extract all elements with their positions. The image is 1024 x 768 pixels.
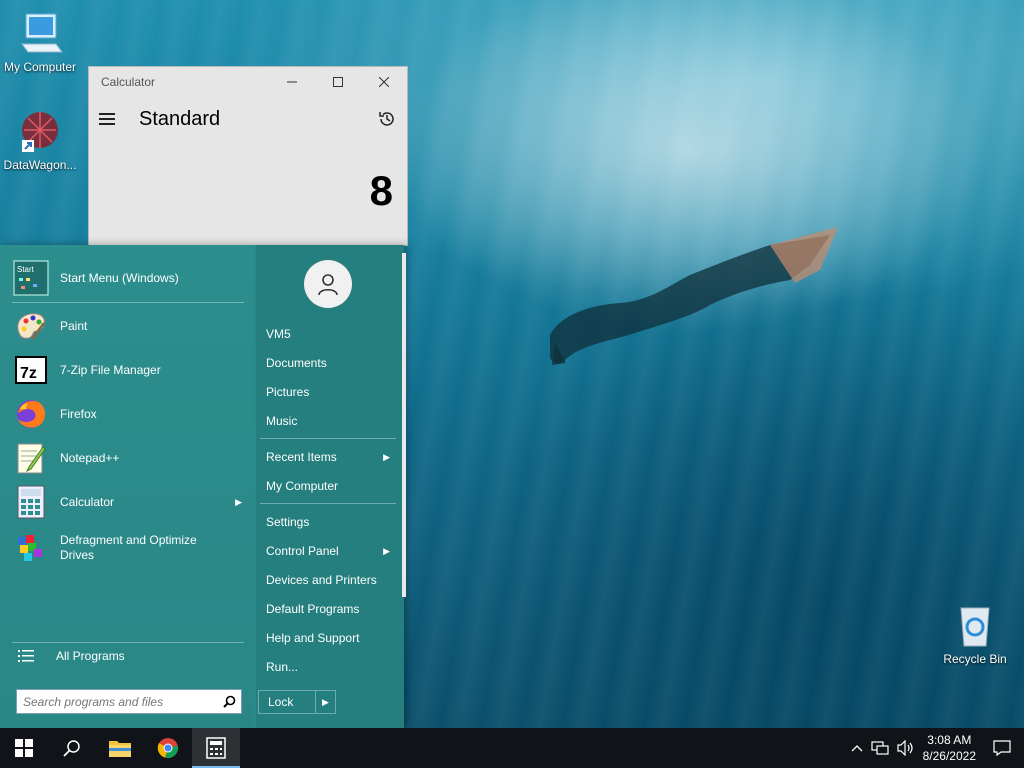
places-item-label: Control Panel	[266, 544, 339, 558]
program-label: Calculator	[60, 494, 115, 509]
calculator-icon	[206, 737, 226, 759]
submenu-arrow-icon: ▶	[235, 496, 242, 507]
all-programs-button[interactable]: All Programs	[18, 649, 125, 663]
close-button[interactable]	[361, 67, 407, 97]
clock-date: 8/26/2022	[922, 749, 976, 763]
program-calculator[interactable]: Calculator ▶	[12, 482, 248, 522]
window-title: Calculator	[101, 75, 156, 89]
search-icon	[63, 740, 80, 757]
program-label: Defragment and Optimize Drives	[60, 533, 197, 562]
places-item-settings[interactable]: Settings	[266, 515, 394, 529]
program-7zip[interactable]: 7z 7-Zip File Manager	[12, 350, 248, 390]
submenu-arrow-icon: ▶	[383, 452, 390, 462]
program-paint[interactable]: Paint	[12, 306, 248, 346]
wallpaper-diver	[550, 227, 838, 365]
places-item-music[interactable]: Music	[266, 414, 394, 428]
7zip-icon: 7z	[12, 351, 50, 389]
calculator-display: 8	[369, 167, 393, 214]
program-label: Notepad++	[60, 450, 120, 465]
places-item-run[interactable]: Run...	[266, 660, 394, 674]
notification-icon	[993, 740, 1011, 756]
program-defragment[interactable]: Defragment and Optimize Drives	[12, 528, 248, 568]
user-icon	[318, 274, 338, 296]
desktop-icon-label: DataWagon...	[3, 158, 77, 172]
start-button[interactable]	[0, 728, 48, 768]
program-firefox[interactable]: Firefox	[12, 394, 248, 434]
firefox-icon	[12, 395, 50, 433]
places-item-devices-printers[interactable]: Devices and Printers	[266, 573, 394, 587]
hamburger-menu-button[interactable]	[99, 113, 129, 125]
windows-logo-icon	[15, 739, 33, 757]
start-menu-scrollbar[interactable]	[402, 253, 406, 597]
calculator-icon	[12, 483, 50, 521]
minimize-button[interactable]	[269, 67, 315, 97]
program-label: 7-Zip File Manager	[60, 362, 161, 377]
calculator-mode-title: Standard	[139, 107, 221, 130]
chevron-up-icon	[851, 745, 863, 752]
desktop-icon-recycle-bin[interactable]: Recycle Bin	[935, 602, 1015, 666]
program-label: Firefox	[60, 406, 97, 421]
maximize-icon	[333, 77, 343, 87]
notepad-plus-plus-icon	[12, 439, 50, 477]
taskbar: 3:08 AM 8/26/2022	[0, 728, 1024, 768]
clock[interactable]: 3:08 AM 8/26/2022	[919, 728, 980, 768]
taskbar-chrome[interactable]	[144, 728, 192, 768]
places-item-pictures[interactable]: Pictures	[266, 385, 394, 399]
datawagon-icon	[22, 112, 58, 152]
chrome-icon	[157, 738, 179, 758]
places-item-my-computer[interactable]: My Computer	[266, 479, 394, 493]
lock-button[interactable]: Lock ▶	[258, 690, 336, 714]
network-button[interactable]	[867, 728, 893, 768]
taskbar-search-button[interactable]	[48, 728, 96, 768]
search-input[interactable]	[17, 690, 217, 713]
paint-icon	[12, 307, 50, 345]
maximize-button[interactable]	[315, 67, 361, 97]
places-item-help-support[interactable]: Help and Support	[266, 631, 394, 645]
places-item-control-panel[interactable]: Control Panel ▶	[266, 544, 394, 558]
program-notepad-plus-plus[interactable]: Notepad++	[12, 438, 248, 478]
places-item-default-programs[interactable]: Default Programs	[266, 602, 394, 616]
start-icon-text: Start	[17, 265, 35, 274]
start-menu: Start Start Menu (Windows) Paint 7z 7-Zi	[0, 245, 404, 728]
program-label: Start Menu (Windows)	[60, 270, 179, 285]
taskbar-calculator[interactable]	[192, 728, 240, 768]
action-center-button[interactable]	[980, 728, 1024, 768]
clock-time: 3:08 AM	[927, 733, 972, 747]
system-tray: 3:08 AM 8/26/2022	[847, 728, 1024, 768]
search-box[interactable]	[16, 689, 242, 714]
desktop-icon-label: Recycle Bin	[943, 652, 1007, 666]
network-icon	[871, 741, 889, 755]
program-start-menu-windows[interactable]: Start Start Menu (Windows)	[12, 258, 248, 298]
submenu-arrow-icon: ▶	[383, 546, 390, 556]
program-label: Paint	[60, 318, 88, 333]
computer-icon	[21, 13, 63, 53]
desktop-icon-label: My Computer	[3, 60, 77, 74]
volume-button[interactable]	[893, 728, 919, 768]
places-item-documents[interactable]: Documents	[266, 356, 394, 370]
places-item-user[interactable]: VM5	[266, 327, 394, 341]
taskbar-file-explorer[interactable]	[96, 728, 144, 768]
list-icon	[18, 650, 34, 662]
lock-options-arrow-icon[interactable]: ▶	[315, 691, 335, 713]
places-item-recent-items[interactable]: Recent Items ▶	[266, 450, 394, 464]
desktop-icon-my-computer[interactable]: My Computer	[0, 10, 80, 74]
places-item-label: Recent Items	[266, 450, 337, 464]
speaker-icon	[897, 740, 913, 756]
user-avatar[interactable]	[304, 260, 352, 308]
lock-label: Lock	[268, 695, 294, 709]
start-menu-icon: Start	[12, 259, 50, 297]
show-hidden-icons-button[interactable]	[847, 728, 867, 768]
defrag-icon	[12, 529, 50, 567]
7zip-icon-text: 7z	[20, 365, 37, 382]
minimize-icon	[287, 81, 297, 83]
history-icon[interactable]	[377, 109, 397, 129]
desktop-icon-datawagon[interactable]: DataWagon...	[0, 108, 80, 172]
all-programs-label: All Programs	[56, 649, 125, 663]
recycle-bin-icon	[960, 607, 990, 647]
search-icon[interactable]	[217, 695, 241, 708]
folder-icon	[109, 741, 131, 757]
calculator-window[interactable]: Calculator Standard 8	[88, 66, 408, 246]
close-icon	[379, 77, 389, 87]
